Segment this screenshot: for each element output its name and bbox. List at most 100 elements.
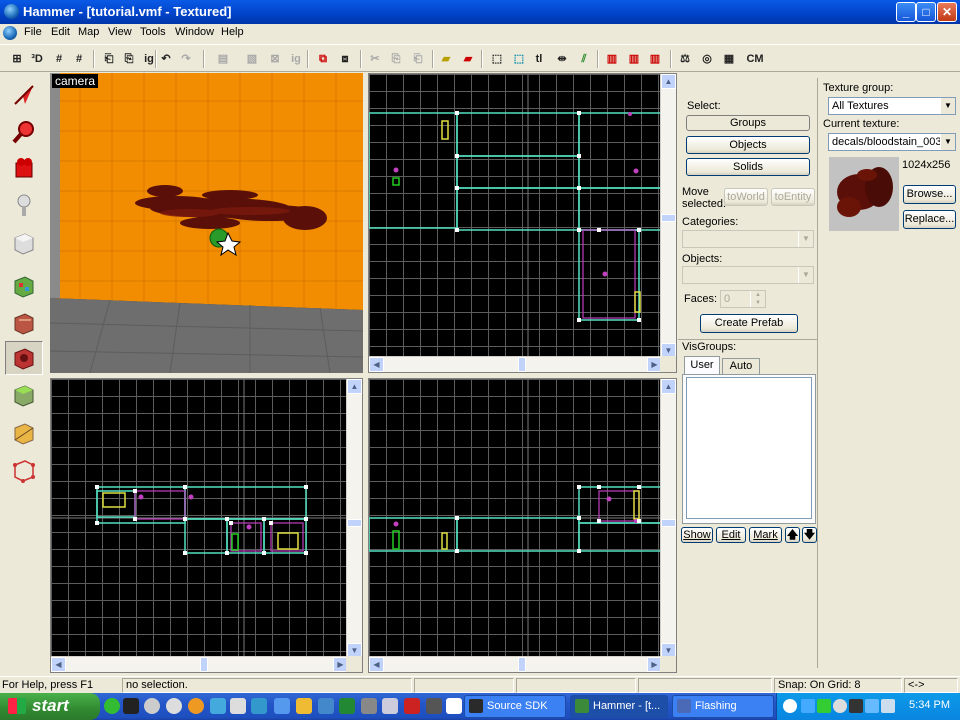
carve-icon[interactable]: ▤: [214, 50, 232, 68]
quicklaunch-icon[interactable]: [230, 698, 246, 714]
copy-selection-icon[interactable]: ⧉: [314, 50, 332, 68]
vertical-scrollbar[interactable]: ▲ ▼: [660, 74, 676, 358]
undo-icon[interactable]: ↶: [157, 50, 175, 68]
sort-by-a-icon[interactable]: ▥: [646, 50, 664, 68]
auto-selection-icon[interactable]: ⬚: [488, 50, 506, 68]
document-icon[interactable]: [3, 26, 17, 40]
quicklaunch-icon[interactable]: [210, 698, 226, 714]
sort-by-d-icon[interactable]: ▥: [603, 50, 621, 68]
menu-view[interactable]: View: [108, 26, 132, 38]
scroll-thumb[interactable]: [518, 357, 526, 372]
scroll-thumb[interactable]: [661, 519, 676, 527]
toggle-3d-grid-icon[interactable]: ³D: [28, 50, 46, 68]
run-map-icon[interactable]: ⚖: [676, 50, 694, 68]
move-up-button[interactable]: 🡅: [785, 527, 800, 543]
task-flashing[interactable]: Flashing: [672, 695, 774, 718]
smaller-grid-icon[interactable]: #: [50, 50, 68, 68]
move-to-world-icon[interactable]: ▰: [459, 50, 477, 68]
visgroups-show-button[interactable]: Show: [681, 527, 713, 543]
task-source-sdk[interactable]: Source SDK: [464, 695, 566, 718]
tray-arrow-icon[interactable]: [783, 699, 797, 713]
quicklaunch-icon[interactable]: [361, 698, 377, 714]
task-hammer[interactable]: Hammer - [t...: [570, 695, 668, 718]
scroll-thumb[interactable]: [347, 519, 362, 527]
browse-button[interactable]: Browse...: [903, 185, 956, 204]
start-button[interactable]: start: [0, 693, 100, 720]
menu-map[interactable]: Map: [78, 26, 99, 38]
entity-tool-button[interactable]: [5, 189, 43, 223]
close-button[interactable]: ✕: [937, 2, 957, 22]
menu-edit[interactable]: Edit: [51, 26, 70, 38]
vertical-scrollbar[interactable]: ▲ ▼: [346, 379, 362, 658]
paste-icon[interactable]: ⎗: [409, 50, 427, 68]
toggle-grid-icon[interactable]: ⊞: [8, 50, 26, 68]
scroll-up-arrow-icon[interactable]: ▲: [661, 379, 676, 394]
scroll-up-arrow-icon[interactable]: ▲: [661, 74, 676, 89]
volume-icon[interactable]: [881, 699, 895, 713]
faces-spinner[interactable]: 0 ▲ ▼: [720, 290, 766, 308]
visgroups-edit-button[interactable]: Edit: [716, 527, 746, 543]
apply-current-texture-tool-button[interactable]: [5, 306, 43, 340]
maximize-button[interactable]: □: [916, 2, 936, 22]
flip-vertical-icon[interactable]: ⫽: [575, 50, 593, 68]
firefox-icon[interactable]: [188, 698, 204, 714]
quicklaunch-icon[interactable]: [339, 698, 355, 714]
check-map-icon[interactable]: ◎: [698, 50, 716, 68]
visgroups-tab-auto[interactable]: Auto: [722, 358, 760, 374]
quicklaunch-icon[interactable]: [318, 698, 334, 714]
block-tool-button[interactable]: [5, 226, 43, 260]
visgroups-list[interactable]: [686, 377, 812, 519]
tray-icon[interactable]: [865, 699, 879, 713]
quicklaunch-icon[interactable]: [446, 698, 462, 714]
create-prefab-button[interactable]: Create Prefab: [700, 314, 798, 333]
clipping-tool-button[interactable]: [5, 416, 43, 450]
apply-overlays-tool-button[interactable]: [5, 378, 43, 412]
scroll-thumb[interactable]: [200, 657, 208, 672]
camera-3d-view[interactable]: camera: [50, 73, 363, 373]
menu-window[interactable]: Window: [175, 26, 214, 38]
scroll-left-arrow-icon[interactable]: ◀: [369, 657, 384, 672]
flip-horizontal-icon[interactable]: ⇹: [553, 50, 571, 68]
larger-grid-icon[interactable]: #: [70, 50, 88, 68]
tray-icon[interactable]: [801, 699, 815, 713]
objects-dropdown[interactable]: ▼: [682, 266, 814, 284]
ungroup-icon[interactable]: ⎘: [120, 50, 138, 68]
visgroups-tab-user[interactable]: User: [684, 356, 720, 374]
cordon-mode-icon[interactable]: CM: [742, 50, 768, 68]
vertex-manipulation-tool-button[interactable]: [5, 453, 43, 487]
objects-button[interactable]: Objects: [686, 136, 810, 154]
quicklaunch-icon[interactable]: [104, 698, 120, 714]
menu-help[interactable]: Help: [221, 26, 244, 38]
minimize-button[interactable]: _: [896, 2, 916, 22]
camera-tool-button[interactable]: [5, 152, 43, 186]
selection-by-handles-icon[interactable]: ⬚: [510, 50, 528, 68]
front-2d-view[interactable]: ▲ ▼ ◀ ▶: [50, 378, 363, 673]
copy-icon[interactable]: ⎘: [387, 50, 405, 68]
quicklaunch-icon[interactable]: [404, 698, 420, 714]
scroll-left-arrow-icon[interactable]: ◀: [51, 657, 66, 672]
top-2d-view[interactable]: ▲ ▼ ◀ ▶: [368, 73, 677, 373]
steam-icon[interactable]: [123, 698, 139, 714]
tray-icon[interactable]: [817, 699, 831, 713]
menu-tools[interactable]: Tools: [140, 26, 166, 38]
horizontal-scrollbar[interactable]: ◀ ▶: [51, 656, 348, 672]
move-down-button[interactable]: 🡇: [802, 527, 817, 543]
quicklaunch-icon[interactable]: [296, 698, 312, 714]
texture-group-dropdown[interactable]: All Textures ▼: [828, 97, 956, 115]
paste-selection-icon[interactable]: ⧈: [336, 50, 354, 68]
quicklaunch-icon[interactable]: [382, 698, 398, 714]
scroll-thumb[interactable]: [518, 657, 526, 672]
texture-application-tool-button[interactable]: [5, 269, 43, 303]
solids-button[interactable]: Solids: [686, 158, 810, 176]
quicklaunch-icon[interactable]: [274, 698, 290, 714]
entity-report-icon[interactable]: ▦: [720, 50, 738, 68]
redo-icon[interactable]: ↷: [177, 50, 195, 68]
selection-tool-button[interactable]: [5, 78, 43, 112]
sort-by-w-icon[interactable]: ▥: [625, 50, 643, 68]
group-icon[interactable]: ⎗: [100, 50, 118, 68]
texture-preview[interactable]: [829, 157, 899, 231]
menu-file[interactable]: File: [24, 26, 42, 38]
categories-dropdown[interactable]: ▼: [682, 230, 814, 248]
tray-icon[interactable]: [833, 699, 847, 713]
texture-lock-icon[interactable]: ig: [287, 50, 305, 68]
